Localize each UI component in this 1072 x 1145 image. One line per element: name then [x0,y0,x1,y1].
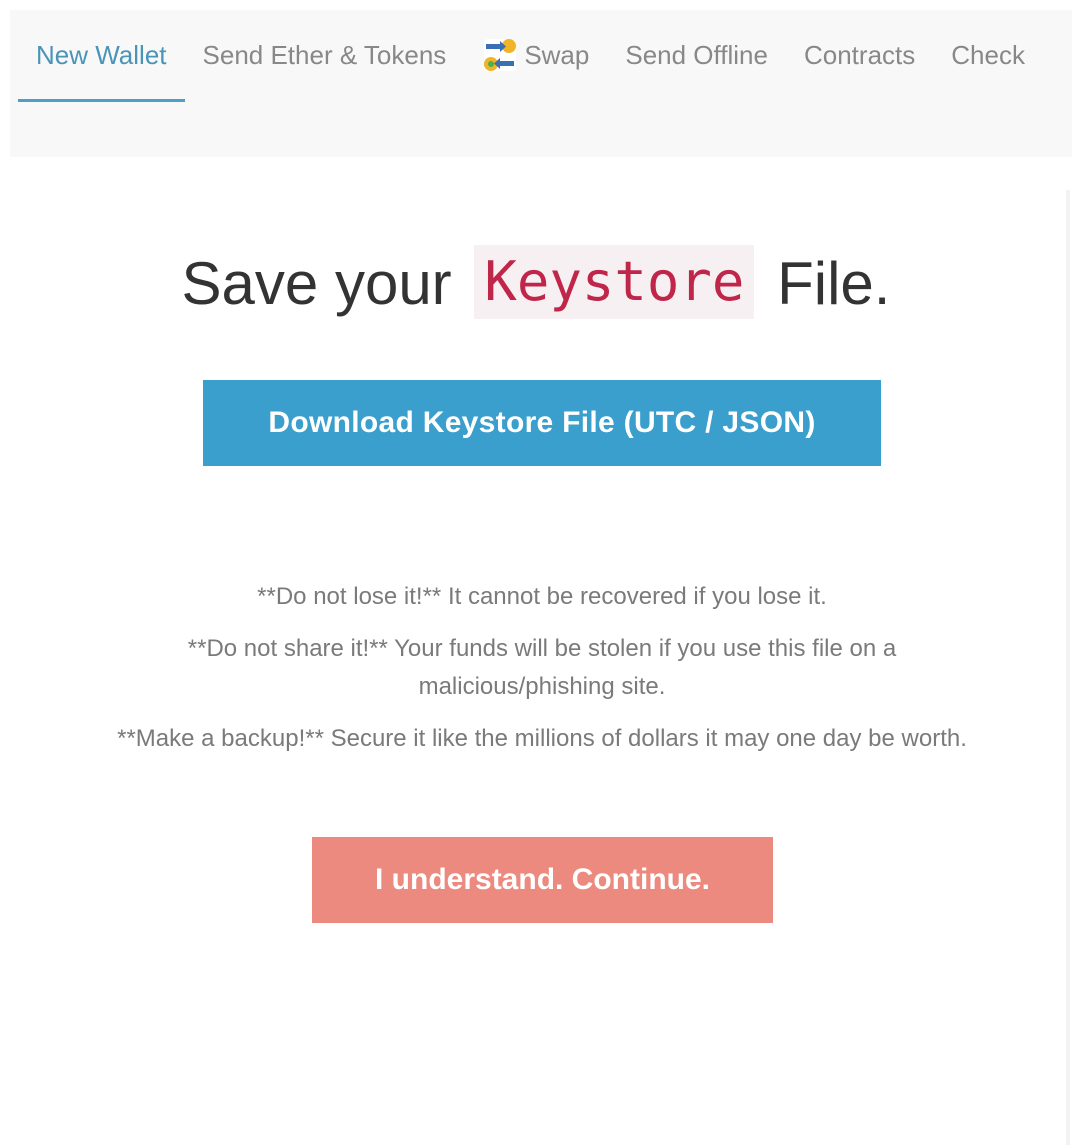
scroll-edge [1066,190,1070,1145]
title-code: Keystore [474,245,755,319]
tab-send-offline[interactable]: Send Offline [607,10,786,100]
continue-button[interactable]: I understand. Continue. [312,837,773,923]
warning-lose: **Do not lose it!** It cannot be recover… [257,583,827,610]
title-prefix: Save your [181,250,469,317]
tab-label: Check [951,39,1025,70]
nav-tabs: New Wallet Send Ether & Tokens Swap Send… [10,10,1043,108]
tab-label: Send Ether & Tokens [202,39,447,70]
warning-list: **Do not lose it!** It cannot be recover… [40,578,1044,772]
page-title: Save your Keystore File. [0,240,1072,328]
tab-contracts[interactable]: Contracts [786,10,933,100]
continue-button-label: I understand. Continue. [375,863,710,896]
swap-icon [484,39,517,71]
download-keystore-button[interactable]: Download Keystore File (UTC / JSON) [203,380,881,466]
warning-backup: **Make a backup!** Secure it like the mi… [117,725,967,752]
warning-share: **Do not share it!** Your funds will be … [187,635,897,700]
tab-new-wallet[interactable]: New Wallet [10,10,185,102]
tab-swap[interactable]: Swap [464,10,607,100]
top-nav: New Wallet Send Ether & Tokens Swap Send… [10,10,1072,157]
tab-send-ether-tokens[interactable]: Send Ether & Tokens [185,10,465,100]
title-suffix: File. [760,250,891,317]
download-button-label: Download Keystore File (UTC / JSON) [268,406,816,439]
tab-label: New Wallet [36,39,167,70]
page: New Wallet Send Ether & Tokens Swap Send… [0,0,1072,1145]
tab-label: Swap [524,39,590,70]
tab-label: Contracts [803,39,916,70]
tab-label: Send Offline [625,39,768,70]
tab-check[interactable]: Check [933,10,1043,100]
